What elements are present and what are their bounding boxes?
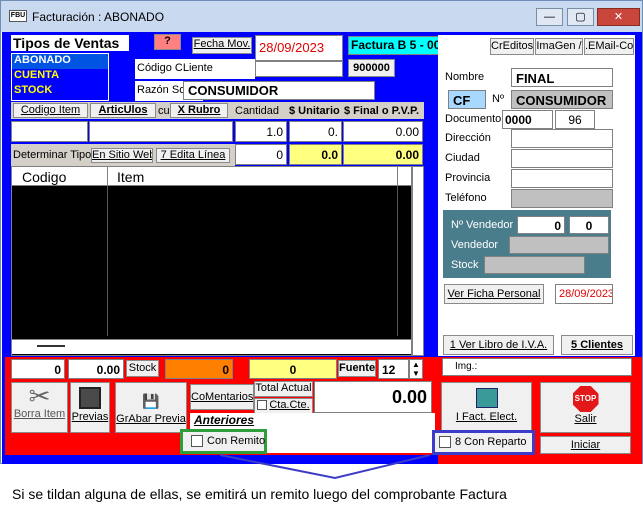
annotation-arrow [219, 454, 431, 480]
annotation-lines [219, 454, 431, 480]
caption-text: Si se tildan alguna de ellas, se emitirá… [12, 486, 507, 502]
